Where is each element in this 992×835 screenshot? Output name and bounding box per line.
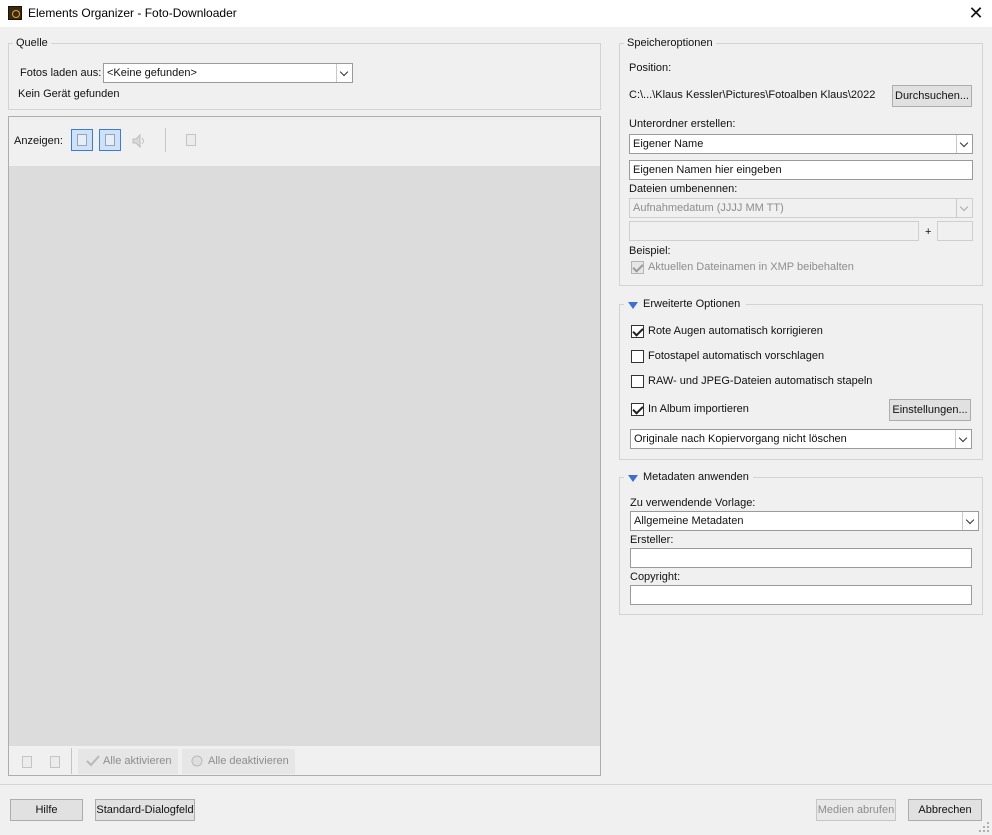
collapse-triangle-icon — [628, 302, 638, 309]
resize-grip-icon[interactable] — [978, 821, 990, 833]
custom-name-input[interactable]: Eigenen Namen hier eingeben — [629, 160, 973, 180]
photo-stack-checkbox[interactable] — [631, 350, 644, 363]
show-photos-icon[interactable] — [71, 129, 93, 151]
activate-all-button[interactable]: Alle aktivieren — [78, 749, 178, 774]
album-settings-button[interactable]: Einstellungen... — [889, 399, 971, 421]
plus-label: + — [925, 226, 932, 238]
rename-value: Aufnahmedatum (JJJJ MM TT) — [633, 202, 784, 214]
window-title: Elements Organizer - Foto-Downloader — [28, 6, 237, 20]
rename-number-input[interactable] — [937, 221, 973, 241]
chevron-down-icon — [962, 512, 978, 530]
rename-select[interactable]: Aufnahmedatum (JJJJ MM TT) — [629, 198, 973, 218]
photo-stack-label: Fotostapel automatisch vorschlagen — [648, 350, 825, 362]
after-copy-value: Originale nach Kopiervorgang nicht lösch… — [634, 433, 847, 445]
metadata-group-label: Metadaten anwenden — [643, 471, 749, 483]
metadata-group-header[interactable]: Metadaten anwenden — [624, 471, 753, 485]
check-all-icon — [86, 755, 100, 767]
load-from-select[interactable]: <Keine gefunden> — [103, 63, 353, 83]
copyright-input[interactable] — [630, 585, 972, 605]
raw-jpeg-stack-label: RAW- und JPEG-Dateien automatisch stapel… — [648, 375, 873, 387]
help-button[interactable]: Hilfe — [10, 799, 83, 821]
view-label: Anzeigen: — [14, 135, 63, 147]
title-bar: Elements Organizer - Foto-Downloader ✕ — [0, 0, 992, 27]
advanced-group-label: Erweiterte Optionen — [643, 298, 741, 310]
template-select[interactable]: Allgemeine Metadaten — [630, 511, 979, 531]
show-files-icon[interactable] — [180, 129, 202, 151]
import-album-checkbox[interactable] — [631, 403, 644, 416]
chevron-down-icon — [956, 135, 972, 153]
chevron-down-icon — [955, 430, 971, 448]
collapse-triangle-icon — [628, 475, 638, 482]
get-media-button[interactable]: Medien abrufen — [816, 799, 896, 821]
rename-label: Dateien umbenennen: — [629, 183, 738, 195]
source-group-label: Quelle — [13, 37, 51, 49]
toolbar-divider — [165, 128, 166, 152]
creator-label: Ersteller: — [630, 534, 674, 546]
speaker-icon — [132, 133, 144, 149]
red-eye-checkbox[interactable] — [631, 325, 644, 338]
load-from-label: Fotos laden aus: — [20, 67, 102, 79]
cancel-button[interactable]: Abbrechen — [908, 799, 982, 821]
footer-divider — [71, 748, 72, 774]
device-status: Kein Gerät gefunden — [18, 88, 120, 100]
after-copy-select[interactable]: Originale nach Kopiervorgang nicht lösch… — [630, 429, 972, 449]
position-path: C:\...\Klaus Kessler\Pictures\Fotoalben … — [629, 89, 876, 101]
activate-all-label: Alle aktivieren — [103, 755, 172, 767]
subfolder-select[interactable]: Eigener Name — [629, 134, 973, 154]
deactivate-all-label: Alle deaktivieren — [208, 755, 289, 767]
copyright-label: Copyright: — [630, 571, 681, 583]
footer-separator — [0, 784, 992, 785]
default-dialog-button[interactable]: Standard-Dialogfeld — [95, 799, 195, 821]
chevron-down-icon — [336, 64, 352, 82]
keep-xmp-label: Aktuellen Dateinamen in XMP beibehalten — [648, 261, 854, 273]
deactivate-all-button[interactable]: Alle deaktivieren — [182, 749, 295, 774]
uncheck-all-icon — [191, 755, 203, 767]
rotate-right-icon[interactable] — [44, 751, 66, 773]
thumbnail-area — [9, 166, 600, 746]
elements-organizer-app-icon — [8, 6, 22, 20]
red-eye-label: Rote Augen automatisch korrigieren — [648, 325, 823, 337]
keep-xmp-checkbox[interactable] — [631, 261, 644, 274]
advanced-group-header[interactable]: Erweiterte Optionen — [624, 298, 746, 312]
rotate-left-icon[interactable] — [16, 751, 38, 773]
storage-group-label: Speicheroptionen — [624, 37, 716, 49]
subfolder-label: Unterordner erstellen: — [629, 118, 736, 130]
show-audio-icon[interactable] — [127, 129, 149, 151]
rename-custom-input[interactable] — [629, 221, 919, 241]
chevron-down-icon — [956, 199, 972, 217]
raw-jpeg-stack-checkbox[interactable] — [631, 375, 644, 388]
example-label: Beispiel: — [629, 245, 671, 257]
subfolder-value: Eigener Name — [633, 138, 704, 150]
show-videos-icon[interactable] — [99, 129, 121, 151]
import-album-label: In Album importieren — [648, 403, 749, 415]
browse-button[interactable]: Durchsuchen... — [892, 85, 972, 107]
position-label: Position: — [629, 62, 672, 74]
creator-input[interactable] — [630, 548, 972, 568]
template-value: Allgemeine Metadaten — [634, 515, 744, 527]
close-icon[interactable]: ✕ — [960, 0, 992, 27]
template-label: Zu verwendende Vorlage: — [630, 497, 756, 509]
load-from-value: <Keine gefunden> — [107, 67, 197, 79]
